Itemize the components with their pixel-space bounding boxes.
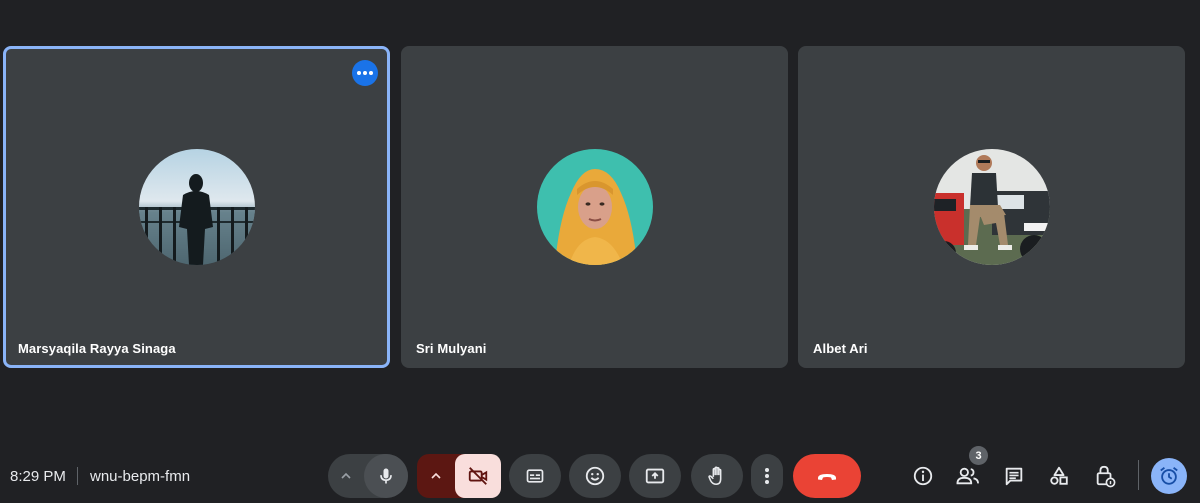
divider bbox=[77, 467, 78, 485]
audio-options-button[interactable] bbox=[328, 470, 364, 482]
raise-hand-button[interactable] bbox=[691, 454, 743, 498]
dot bbox=[369, 71, 373, 75]
raise-hand-icon bbox=[708, 466, 722, 486]
participant-name: Albet Ari bbox=[813, 341, 868, 356]
dot bbox=[363, 71, 367, 75]
chevron-up-icon bbox=[341, 472, 351, 479]
emoji-icon bbox=[585, 466, 605, 486]
leave-call-button[interactable] bbox=[793, 454, 861, 498]
host-controls-lock-icon bbox=[1096, 465, 1116, 488]
people-icon bbox=[956, 467, 979, 485]
avatar-image bbox=[933, 149, 1050, 265]
avatar bbox=[536, 149, 653, 265]
chevron-up-icon bbox=[431, 472, 441, 479]
activities-icon bbox=[1050, 466, 1068, 485]
captions-icon bbox=[526, 469, 544, 483]
leave-call-icon bbox=[818, 474, 836, 480]
microphone-control bbox=[328, 454, 408, 498]
more-vert-icon bbox=[765, 468, 769, 484]
microphone-button[interactable] bbox=[364, 454, 408, 498]
reactions-button[interactable] bbox=[569, 454, 621, 498]
avatar bbox=[933, 149, 1050, 265]
meeting-time: 8:29 PM bbox=[10, 468, 66, 485]
participant-name: Sri Mulyani bbox=[416, 341, 487, 356]
participant-name: Marsyaqila Rayya Sinaga bbox=[18, 341, 176, 356]
camera-off-icon bbox=[468, 467, 488, 485]
people-button[interactable] bbox=[954, 462, 982, 490]
avatar-image bbox=[138, 149, 255, 265]
camera-toggle-button[interactable] bbox=[455, 454, 501, 498]
companion-button[interactable] bbox=[1151, 458, 1187, 494]
companion-alarm-icon bbox=[1160, 467, 1178, 485]
activities-button[interactable] bbox=[1045, 462, 1073, 490]
avatar bbox=[138, 149, 255, 265]
info-icon bbox=[913, 466, 933, 486]
camera-control bbox=[417, 454, 501, 498]
avatar-image bbox=[536, 149, 653, 265]
more-options-button[interactable] bbox=[352, 60, 378, 86]
participant-tile-1[interactable]: Marsyaqila Rayya Sinaga bbox=[3, 46, 390, 368]
divider bbox=[1138, 460, 1139, 490]
more-options-button[interactable] bbox=[751, 454, 783, 498]
captions-button[interactable] bbox=[509, 454, 561, 498]
dot bbox=[357, 71, 361, 75]
meeting-details-button[interactable] bbox=[909, 462, 937, 490]
chat-icon bbox=[1005, 467, 1023, 486]
participant-tile-2[interactable]: Sri Mulyani bbox=[401, 46, 788, 368]
microphone-icon bbox=[380, 468, 392, 484]
chat-button[interactable] bbox=[1000, 462, 1028, 490]
video-options-button[interactable] bbox=[417, 470, 455, 482]
host-controls-button[interactable] bbox=[1091, 462, 1119, 490]
present-now-button[interactable] bbox=[629, 454, 681, 498]
participant-tile-3[interactable]: Albet Ari bbox=[798, 46, 1185, 368]
meeting-code: wnu-bepm-fmn bbox=[90, 468, 191, 485]
present-screen-icon bbox=[645, 468, 665, 484]
